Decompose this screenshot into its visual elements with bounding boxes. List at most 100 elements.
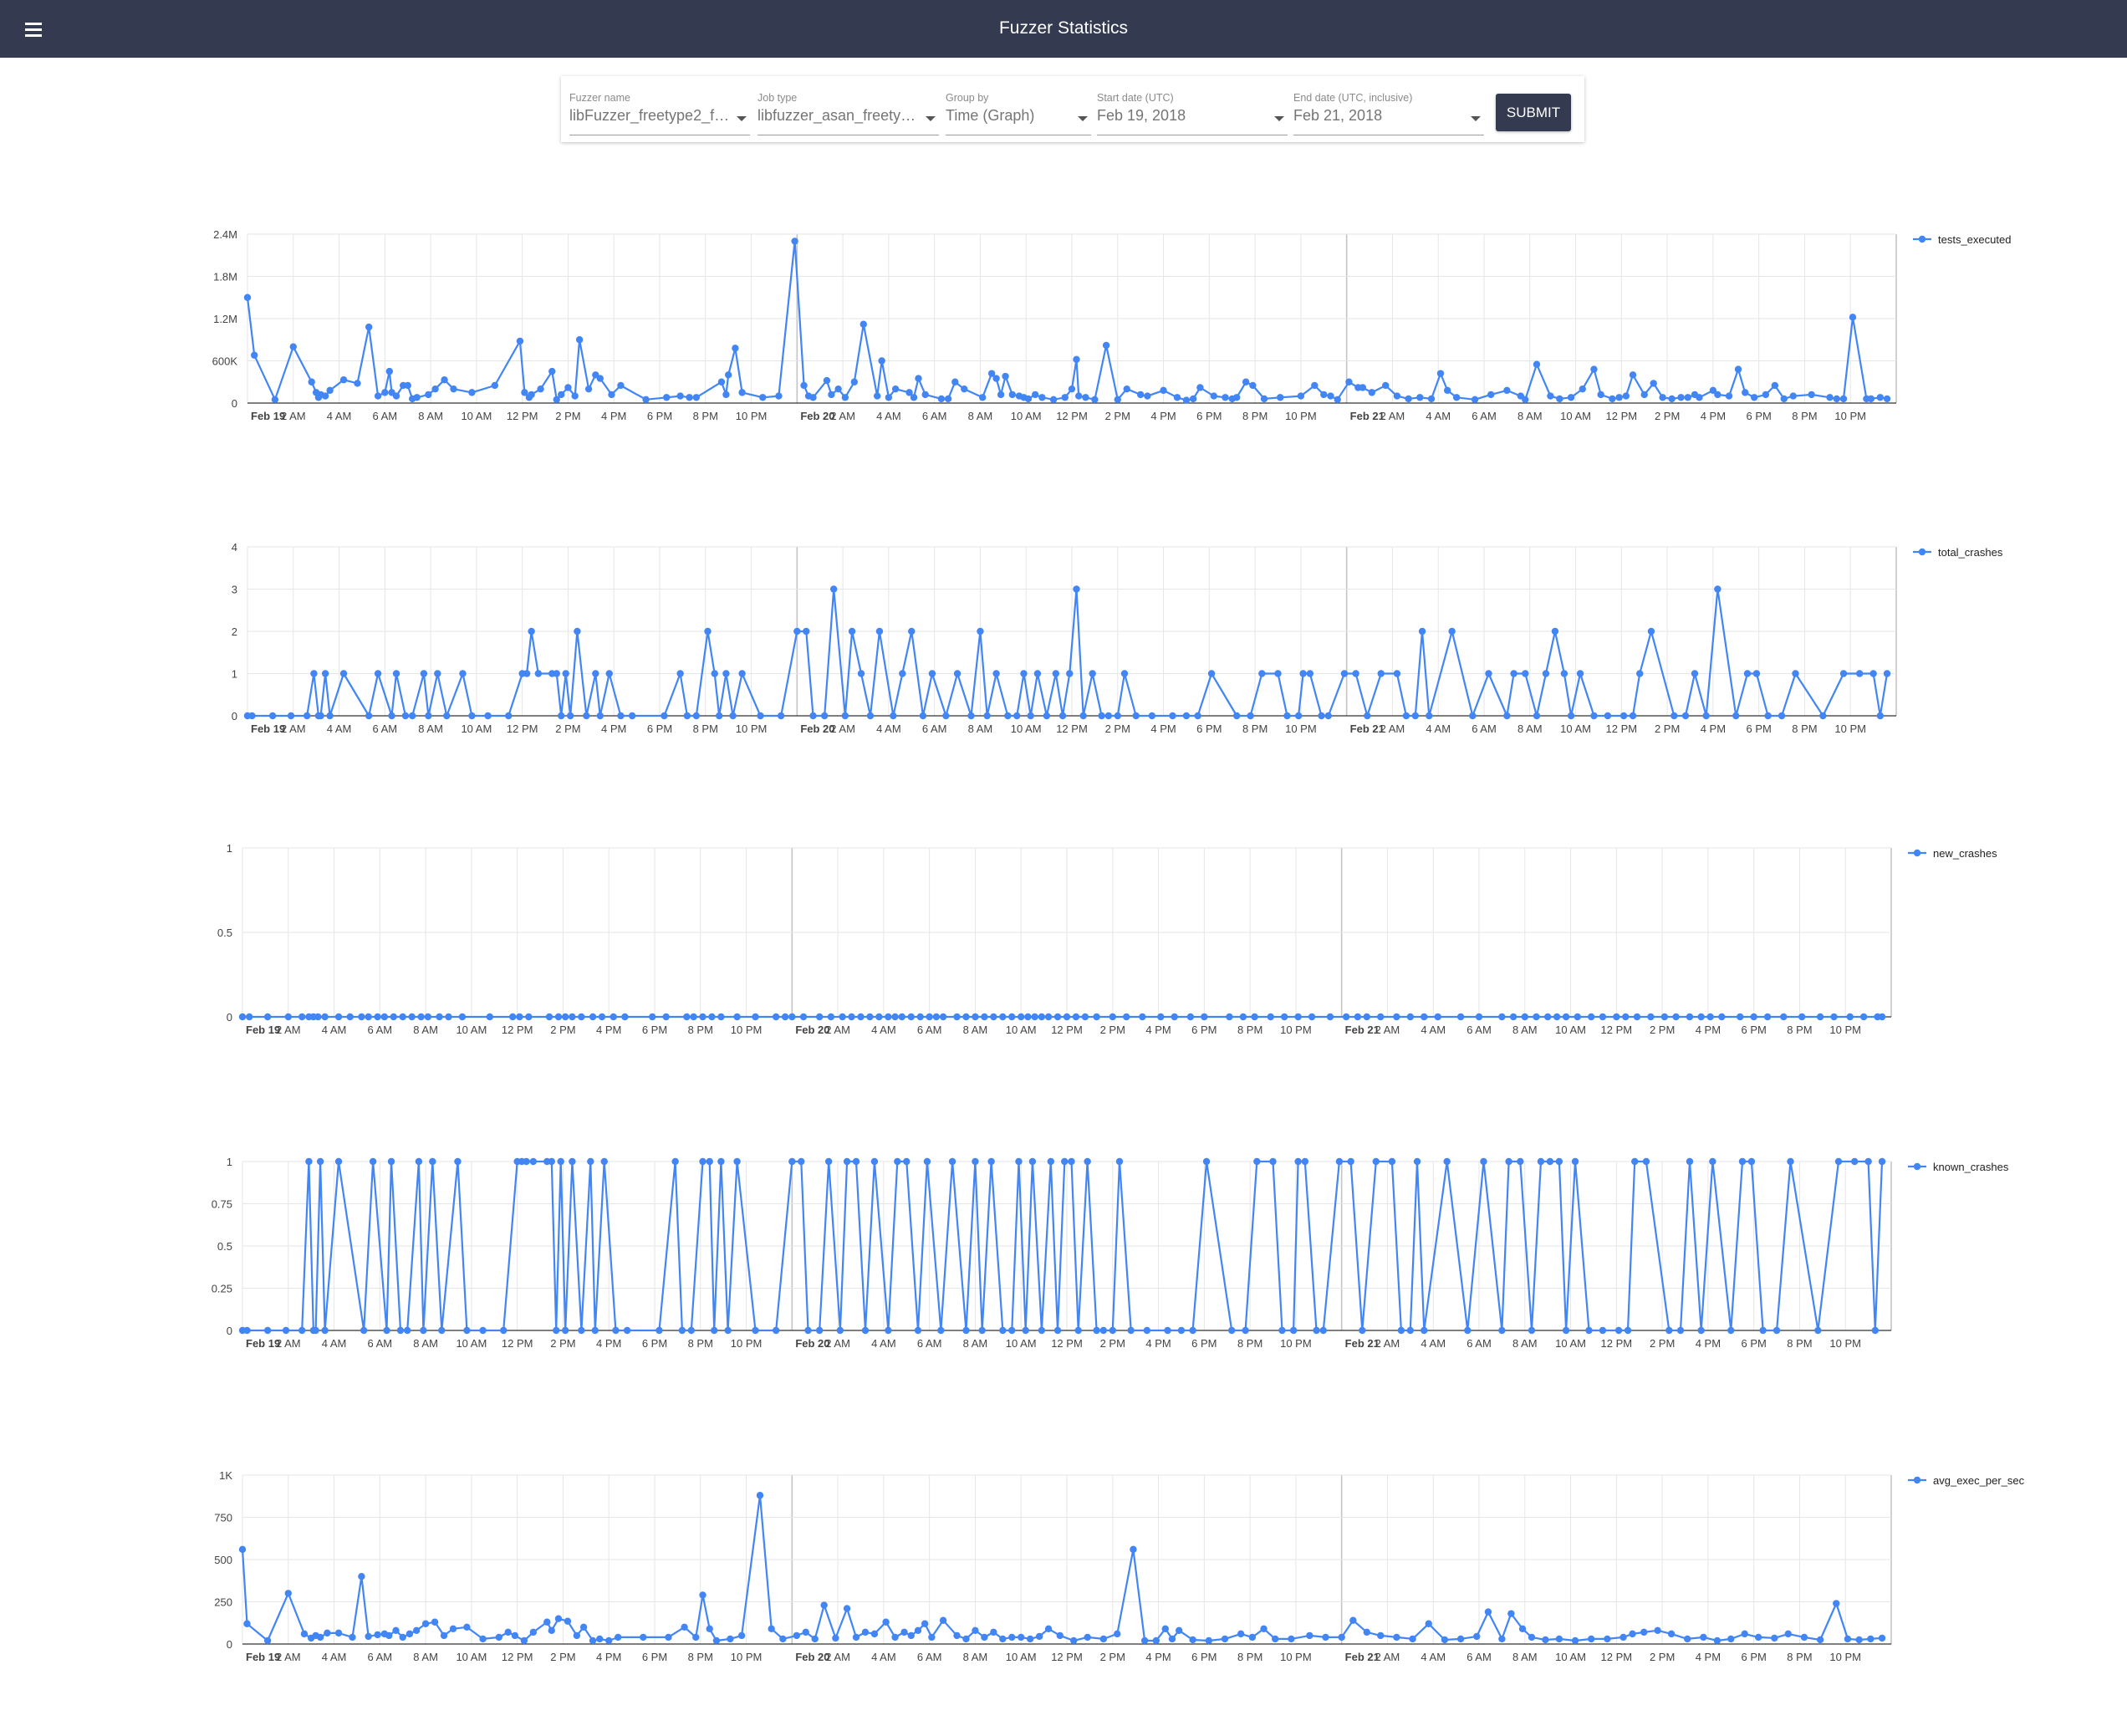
- data-point[interactable]: [1079, 712, 1087, 720]
- data-point[interactable]: [1313, 1326, 1320, 1335]
- data-point[interactable]: [843, 1605, 851, 1612]
- data-point[interactable]: [1359, 384, 1367, 391]
- data-point[interactable]: [978, 394, 987, 401]
- data-point[interactable]: [243, 1326, 251, 1335]
- data-point[interactable]: [557, 1157, 564, 1166]
- data-point[interactable]: [425, 391, 432, 399]
- data-point[interactable]: [575, 336, 584, 344]
- data-point[interactable]: [600, 1157, 608, 1166]
- data-point[interactable]: [1406, 1013, 1415, 1021]
- data-point[interactable]: [1615, 394, 1623, 401]
- data-point[interactable]: [1388, 1157, 1396, 1166]
- data-point[interactable]: [520, 1636, 528, 1645]
- data-point[interactable]: [1053, 1013, 1062, 1021]
- data-point[interactable]: [894, 1157, 901, 1166]
- data-point[interactable]: [1018, 1013, 1025, 1021]
- data-point[interactable]: [263, 1013, 272, 1021]
- data-point[interactable]: [1114, 1630, 1121, 1638]
- data-point[interactable]: [1099, 1326, 1108, 1335]
- data-point[interactable]: [1182, 712, 1191, 720]
- data-point[interactable]: [978, 1326, 986, 1335]
- data-point[interactable]: [316, 1157, 324, 1166]
- data-point[interactable]: [548, 1157, 555, 1166]
- data-point[interactable]: [733, 1157, 741, 1166]
- data-point[interactable]: [463, 1326, 471, 1335]
- data-point[interactable]: [772, 1013, 780, 1021]
- data-point[interactable]: [374, 1631, 381, 1639]
- data-point[interactable]: [1070, 1636, 1078, 1645]
- data-point[interactable]: [841, 712, 849, 720]
- data-point[interactable]: [967, 712, 975, 720]
- data-point[interactable]: [1222, 394, 1229, 401]
- data-point[interactable]: [1480, 1157, 1487, 1166]
- data-point[interactable]: [300, 1630, 309, 1638]
- data-point[interactable]: [848, 1013, 855, 1021]
- data-point[interactable]: [1555, 1157, 1563, 1166]
- data-point[interactable]: [610, 1013, 617, 1021]
- data-point[interactable]: [1301, 1157, 1309, 1166]
- data-point[interactable]: [681, 1623, 688, 1631]
- data-point[interactable]: [1876, 712, 1885, 720]
- data-point[interactable]: [1686, 1157, 1694, 1166]
- data-point[interactable]: [334, 1013, 343, 1021]
- data-point[interactable]: [1063, 1013, 1071, 1021]
- data-point[interactable]: [1737, 1013, 1744, 1021]
- data-point[interactable]: [1182, 396, 1191, 404]
- data-point[interactable]: [981, 1013, 988, 1021]
- data-point[interactable]: [1081, 1013, 1089, 1021]
- data-point[interactable]: [516, 337, 524, 345]
- data-point[interactable]: [271, 396, 279, 403]
- data-point[interactable]: [1830, 1013, 1838, 1021]
- data-point[interactable]: [486, 1013, 493, 1021]
- data-point[interactable]: [717, 1013, 725, 1021]
- data-point[interactable]: [1878, 1157, 1886, 1166]
- data-point[interactable]: [829, 585, 838, 593]
- data-point[interactable]: [1676, 1326, 1685, 1335]
- data-point[interactable]: [1700, 1633, 1707, 1642]
- data-point[interactable]: [900, 1628, 908, 1636]
- data-point[interactable]: [415, 1157, 423, 1166]
- data-point[interactable]: [1833, 395, 1840, 403]
- data-point[interactable]: [1260, 1625, 1268, 1633]
- data-point[interactable]: [1002, 372, 1009, 380]
- data-point[interactable]: [339, 670, 348, 677]
- data-point[interactable]: [605, 670, 613, 677]
- data-point[interactable]: [1277, 394, 1284, 401]
- data-point[interactable]: [1073, 585, 1080, 593]
- data-point[interactable]: [1335, 1157, 1344, 1166]
- data-point[interactable]: [548, 1626, 555, 1635]
- data-point[interactable]: [1319, 1326, 1327, 1335]
- data-point[interactable]: [1464, 1326, 1472, 1335]
- data-point[interactable]: [1759, 1326, 1767, 1335]
- data-point[interactable]: [1368, 389, 1375, 396]
- data-point[interactable]: [757, 712, 764, 720]
- data-point[interactable]: [1567, 712, 1575, 720]
- data-point[interactable]: [1397, 1326, 1405, 1335]
- data-point[interactable]: [592, 670, 599, 677]
- data-point[interactable]: [937, 395, 946, 403]
- data-point[interactable]: [587, 1157, 594, 1166]
- data-point[interactable]: [992, 670, 1000, 677]
- data-point[interactable]: [346, 1013, 354, 1021]
- data-point[interactable]: [385, 1631, 393, 1640]
- data-point[interactable]: [798, 1157, 805, 1166]
- data-point[interactable]: [1242, 1326, 1249, 1335]
- data-point[interactable]: [289, 343, 297, 350]
- data-point[interactable]: [944, 395, 952, 403]
- data-point[interactable]: [1714, 585, 1721, 593]
- data-point[interactable]: [1089, 670, 1096, 677]
- data-point[interactable]: [1008, 1326, 1016, 1335]
- data-point[interactable]: [628, 712, 636, 720]
- data-point[interactable]: [1349, 1616, 1357, 1624]
- data-point[interactable]: [1047, 1157, 1055, 1166]
- data-point[interactable]: [399, 1633, 406, 1642]
- data-point[interactable]: [1123, 385, 1130, 393]
- data-point[interactable]: [417, 1013, 425, 1021]
- data-point[interactable]: [365, 1013, 372, 1021]
- data-point[interactable]: [365, 712, 373, 720]
- data-point[interactable]: [617, 381, 625, 390]
- data-point[interactable]: [1528, 1326, 1536, 1335]
- data-point[interactable]: [436, 1013, 443, 1021]
- data-point[interactable]: [923, 1157, 931, 1166]
- data-point[interactable]: [1619, 1633, 1627, 1642]
